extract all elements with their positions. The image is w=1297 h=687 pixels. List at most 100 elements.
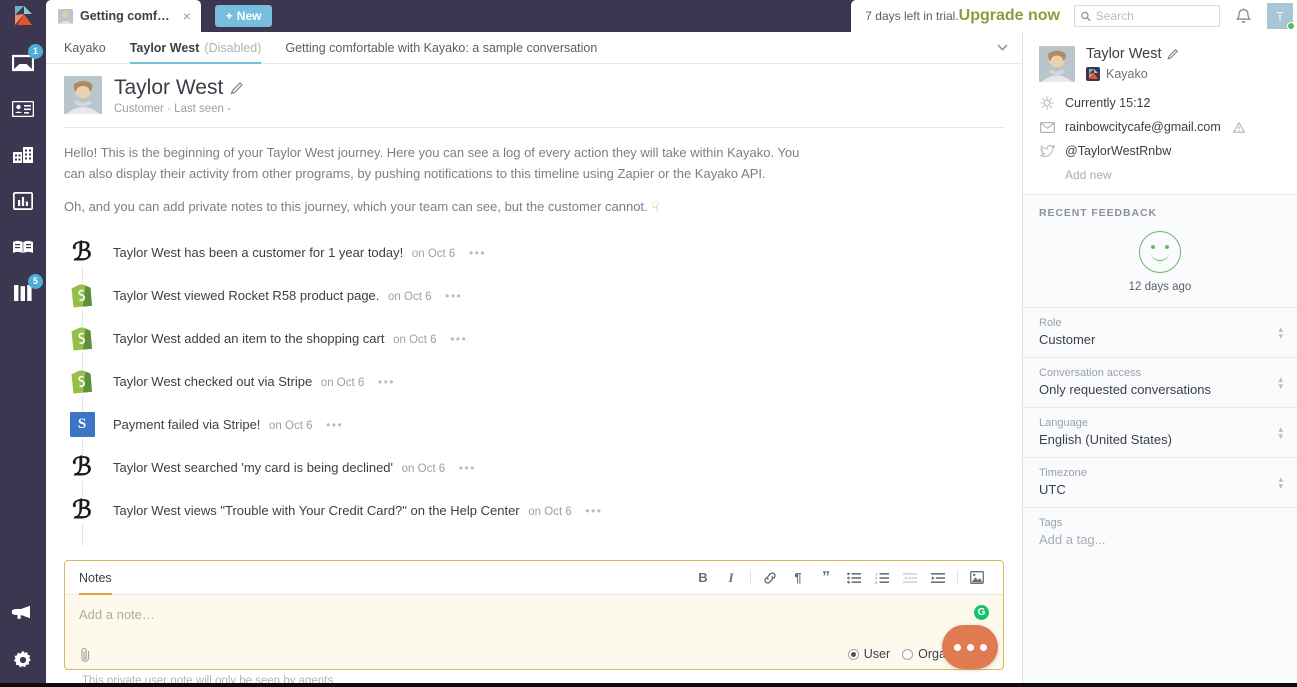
note-input-area[interactable]: Add a note… G	[65, 595, 1003, 639]
browser-tabstrip: Getting comf… × + New	[46, 0, 273, 32]
event-more-button[interactable]: •••	[450, 332, 467, 346]
kayako-logo[interactable]	[0, 0, 46, 32]
tab-taylor-west[interactable]: Taylor West (Disabled)	[129, 32, 261, 64]
feedback-timestamp: 12 days ago	[1128, 281, 1192, 293]
quote-button[interactable]: ”	[812, 565, 840, 591]
sidebar-item-inbox[interactable]: 1	[8, 44, 43, 76]
fab-dot	[979, 643, 987, 651]
stepper-icon[interactable]: ▴ ▾	[1278, 324, 1283, 340]
timeline-event-text: Taylor West viewed Rocket R58 product pa…	[113, 288, 462, 303]
new-button[interactable]: + New	[214, 5, 273, 27]
customer-identity: Taylor West Customer · Last seen -	[114, 76, 244, 115]
paragraph-button[interactable]: ¶	[784, 565, 812, 591]
event-more-button[interactable]: •••	[469, 246, 486, 260]
bigcommerce-icon: ℬ	[69, 239, 95, 266]
image-icon	[970, 571, 984, 584]
sidebar-item-boards[interactable]: 5	[8, 274, 43, 306]
bullet-list-button[interactable]	[840, 565, 868, 591]
avatar[interactable]: T	[1267, 3, 1295, 30]
buildings-icon	[13, 147, 33, 163]
envelope-icon	[1039, 121, 1055, 133]
stepper-icon[interactable]: ▴ ▾	[1278, 374, 1283, 390]
warning-icon[interactable]	[1232, 121, 1245, 133]
bold-button[interactable]: B	[689, 565, 717, 591]
tab-notes[interactable]: Notes	[79, 561, 112, 595]
event-label: Taylor West added an item to the shoppin…	[113, 331, 385, 347]
intro-paragraph-2-text: Oh, and you can add private notes to thi…	[64, 199, 648, 215]
sidebar-item-contacts[interactable]	[8, 96, 38, 122]
indent-button[interactable]	[924, 565, 952, 591]
radio-user[interactable]: User	[847, 647, 891, 661]
clock-icon	[1039, 96, 1055, 110]
panel-email-row[interactable]: rainbowcitycafe@gmail.com	[1039, 120, 1281, 134]
event-more-button[interactable]: •••	[459, 461, 476, 475]
upgrade-now-link[interactable]: Upgrade now	[959, 7, 1060, 25]
event-label: Taylor West has been a customer for 1 ye…	[113, 245, 404, 261]
panel-local-time-row: Currently 15:12	[1039, 96, 1281, 110]
radio-user-dot	[847, 648, 859, 660]
field-language-value: English (United States)	[1039, 432, 1172, 447]
radio-user-label: User	[863, 647, 891, 661]
sidebar-item-knowledge-base[interactable]	[8, 234, 38, 260]
panel-identity: Taylor West Kayako Currently 15:12 rainb…	[1023, 32, 1297, 194]
fab-dot	[953, 643, 961, 651]
chevron-down-icon[interactable]	[997, 44, 1008, 51]
event-label: Taylor West views "Trouble with Your Cre…	[113, 503, 520, 519]
sidebar-item-settings[interactable]	[8, 647, 38, 673]
pencil-icon[interactable]	[1167, 48, 1179, 60]
sidebar-item-announcements[interactable]	[8, 599, 38, 625]
event-more-button[interactable]: •••	[585, 504, 602, 518]
numbered-list-button[interactable]: 1 2 3	[868, 565, 896, 591]
field-language[interactable]: Language English (United States) ▴ ▾	[1023, 407, 1297, 457]
timeline-event-text: Taylor West checked out via Stripe on Oc…	[113, 374, 395, 389]
tab-sample-conversation[interactable]: Getting comfortable with Kayako: a sampl…	[285, 32, 597, 64]
event-more-button[interactable]: •••	[445, 289, 462, 303]
event-more-button[interactable]: •••	[326, 418, 343, 432]
stepper-icon[interactable]: ▴ ▾	[1278, 474, 1283, 490]
rail-items: 1 5	[8, 44, 43, 306]
tab-avatar	[58, 8, 73, 24]
italic-button[interactable]: I	[717, 565, 745, 591]
event-label: Taylor West checked out via Stripe	[113, 374, 313, 390]
timeline-event-text: Taylor West has been a customer for 1 ye…	[113, 245, 486, 260]
field-role[interactable]: Role Customer ▴ ▾	[1023, 307, 1297, 357]
stepper-icon[interactable]: ▴ ▾	[1278, 424, 1283, 440]
inbox-badge: 1	[28, 44, 43, 59]
shopify-icon	[69, 368, 95, 395]
intro-paragraph-2: Oh, and you can add private notes to thi…	[64, 196, 804, 217]
link-button[interactable]	[756, 565, 784, 591]
panel-organization-name: Kayako	[1106, 67, 1148, 81]
content-tabs: Kayako Taylor West (Disabled) Getting co…	[46, 32, 1022, 64]
paragraph-icon: ¶	[794, 570, 802, 585]
close-icon[interactable]: ×	[183, 9, 191, 23]
field-timezone-label: Timezone	[1039, 467, 1087, 479]
panel-contact-rows: Currently 15:12 rainbowcitycafe@gmail.co…	[1039, 96, 1281, 158]
search-box[interactable]	[1074, 5, 1220, 27]
megaphone-icon	[12, 605, 30, 619]
field-conversation-access[interactable]: Conversation access Only requested conve…	[1023, 357, 1297, 407]
online-status-dot	[1287, 22, 1295, 30]
pencil-icon[interactable]	[230, 81, 244, 95]
panel-twitter-row[interactable]: @TaylorWestRnbw	[1039, 144, 1281, 158]
notifications-bell[interactable]	[1236, 8, 1251, 25]
tab-kayako[interactable]: Kayako	[64, 32, 106, 64]
sidebar-item-reports[interactable]	[8, 188, 38, 214]
paperclip-icon[interactable]	[79, 647, 92, 662]
top-bar: Getting comf… × + New 7 days left in tri…	[46, 0, 1297, 32]
intro-text: Hello! This is the beginning of your Tay…	[46, 128, 1022, 223]
browser-tab-active[interactable]: Getting comf… ×	[46, 0, 201, 32]
sidebar-item-organizations[interactable]	[8, 142, 38, 168]
grammarly-icon[interactable]: G	[974, 605, 989, 620]
search-input[interactable]	[1095, 9, 1213, 23]
insert-image-button[interactable]	[963, 565, 991, 591]
panel-add-new-link[interactable]: Add new	[1065, 168, 1281, 182]
field-tags-value: Add a tag...	[1039, 532, 1106, 547]
more-dots-icon[interactable]	[942, 625, 998, 669]
field-role-value: Customer	[1039, 332, 1096, 347]
field-tags[interactable]: Tags Add a tag...	[1023, 507, 1297, 557]
event-more-button[interactable]: •••	[378, 375, 395, 389]
field-timezone[interactable]: Timezone UTC ▴ ▾	[1023, 457, 1297, 507]
customer-avatar	[64, 76, 102, 114]
panel-organization-row[interactable]: Kayako	[1086, 67, 1179, 81]
recent-feedback: 12 days ago	[1023, 225, 1297, 307]
